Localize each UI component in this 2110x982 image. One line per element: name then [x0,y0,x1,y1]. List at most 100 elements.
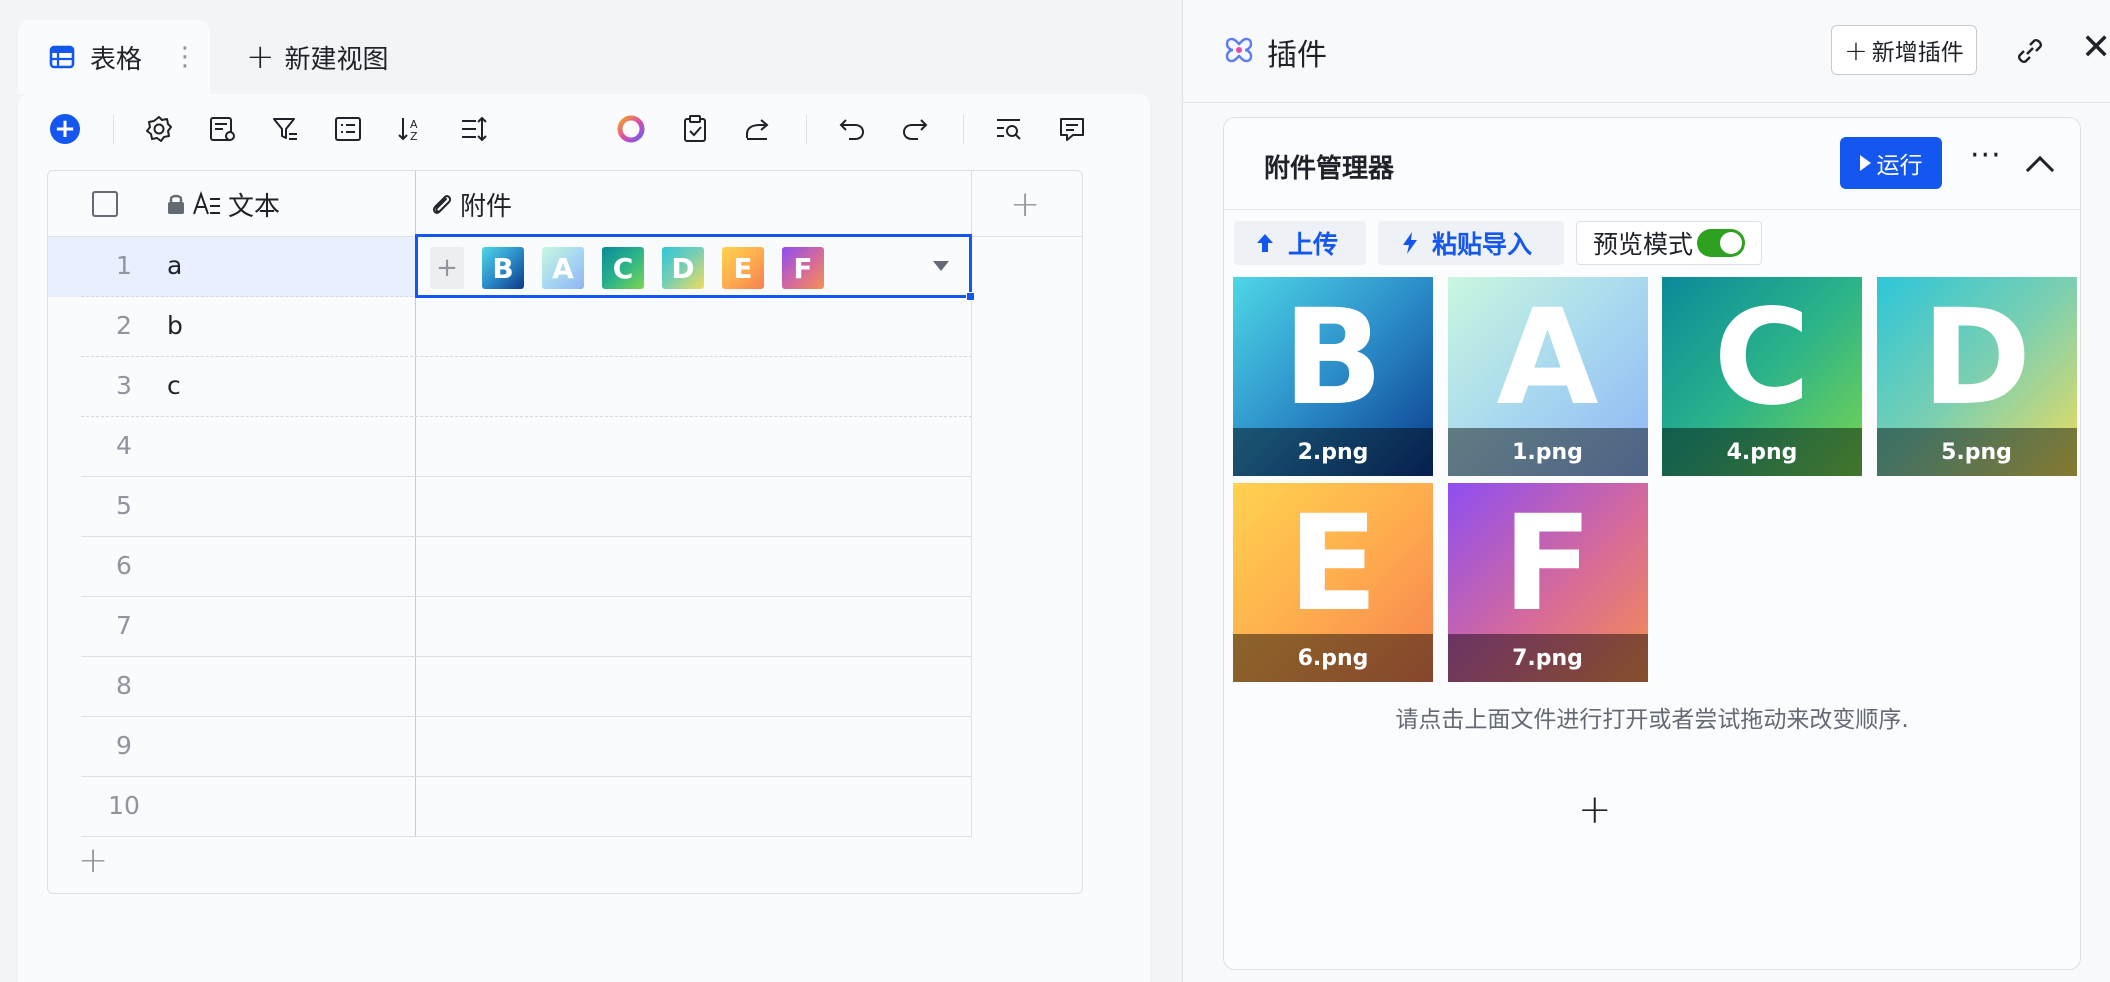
attachment-cell-active[interactable]: + B A C D E F [415,234,975,301]
row-text-cell[interactable]: b [167,311,183,340]
ai-button[interactable] [615,112,647,146]
table-row[interactable]: 9 [48,717,972,777]
tab-label: 表格 [90,44,143,75]
row-number: 3 [116,371,132,400]
upload-button[interactable]: 上传 [1234,221,1366,265]
play-icon [1859,155,1871,171]
collapse-chevron-icon[interactable] [2025,155,2055,185]
attachment-thumb-c[interactable]: C [602,247,644,289]
row-height-button[interactable] [459,112,489,146]
toolbar-divider [806,114,808,144]
settings-button[interactable] [144,112,174,146]
table-row[interactable]: 4 [48,417,972,477]
table-row[interactable]: 2b [48,297,972,357]
dropdown-caret-icon[interactable] [933,261,949,271]
add-plugin-label: 新增插件 [1871,40,1964,66]
data-grid: 文本 附件 + 1 a 2 b 3 c 4 5 6 7 8 9 10 + B A C D E F + [47,170,1083,894]
row-number: 5 [116,491,132,520]
run-button[interactable]: 运行 [1840,137,1942,189]
attachment-thumb-e[interactable]: E [722,247,764,289]
plugin-panel: 插件 + 新增插件 ✕ 附件管理器 运行 ··· 上传 粘贴导入 预览模式 B … [1182,0,2110,982]
new-view-label: 新建视图 [284,44,389,75]
table-row[interactable]: 8 [48,657,972,717]
attachment-thumb-a[interactable]: A [542,247,584,289]
tab-table[interactable]: 表格 ⋮ [18,20,210,94]
table-row[interactable]: 3c [48,357,972,417]
file-name: 6.png [1233,634,1433,682]
select-all-checkbox[interactable] [92,171,118,237]
attachment-add-button[interactable]: + [430,247,464,289]
search-icon [997,119,1021,140]
undo-button[interactable] [837,112,867,146]
lightning-icon [1403,232,1417,254]
column-attachment-label: 附件 [460,191,513,222]
attachment-thumb-b[interactable]: B [482,247,524,289]
tab-more-icon[interactable]: ⋮ [172,42,198,72]
add-column-button[interactable]: + [1010,171,1040,237]
card-title: 附件管理器 [1264,154,1395,184]
new-view-button[interactable]: + 新建视图 [246,39,389,76]
text-field-icon [193,191,220,215]
field-settings-icon [209,117,235,141]
sort-button[interactable]: AZ [396,112,426,146]
file-letter: D [1921,281,2032,435]
comment-button[interactable] [1057,112,1087,146]
add-row-button[interactable]: + [78,843,108,879]
toggle-switch[interactable] [1697,229,1746,257]
table-row[interactable]: 6 [48,537,972,597]
redo-button[interactable] [900,112,930,146]
file-name: 4.png [1662,428,1862,476]
paste-import-label: 粘贴导入 [1432,230,1533,259]
file-thumbnail[interactable]: D 5.png [1876,277,2077,476]
preview-mode-toggle[interactable]: 预览模式 [1576,221,1762,265]
table-row[interactable]: 10 [48,777,972,837]
file-name: 7.png [1447,634,1648,682]
clipboard-button[interactable] [680,112,710,146]
plus-icon: + [1844,33,1868,67]
attachment-manager-card: 附件管理器 运行 ··· 上传 粘贴导入 预览模式 B 2.png A 1.png C 4… [1223,117,2081,970]
table-row[interactable]: 7 [48,597,972,657]
file-thumbnail[interactable]: C 4.png [1662,277,1862,476]
fill-handle[interactable] [966,292,975,301]
file-thumbnail[interactable]: E 6.png [1233,483,1433,682]
row-height-icon [461,116,487,142]
file-thumbnail[interactable]: A 1.png [1447,277,1648,476]
group-button[interactable] [333,112,363,146]
add-plugin-button[interactable]: + 新增插件 [1831,25,1977,75]
table-row[interactable]: 5 [48,477,972,537]
share-button[interactable] [743,112,773,146]
attachment-thumb-f[interactable]: F [782,247,824,289]
search-button[interactable] [994,112,1024,146]
view-tabbar: 表格 ⋮ + 新建视图 [18,20,389,94]
row-text-cell[interactable]: a [167,251,182,280]
share-icon [746,119,770,140]
row-number: 7 [116,611,132,640]
redo-icon [903,119,928,140]
file-name: 2.png [1233,428,1433,476]
column-header-text[interactable]: 文本 [166,171,280,237]
plugin-panel-title: 插件 [1267,38,1327,73]
attachment-thumb-d[interactable]: D [662,247,704,289]
toolbar-divider [963,114,964,144]
paste-import-button[interactable]: 粘贴导入 [1378,221,1564,265]
file-thumbnail[interactable]: B 2.png [1233,277,1433,476]
upload-label: 上传 [1288,230,1339,259]
row-text-cell[interactable]: c [167,371,181,400]
add-circle-icon: + [50,114,80,144]
row-number: 8 [116,671,132,700]
link-icon[interactable] [2013,34,2047,68]
add-file-button[interactable]: + [1578,790,1612,830]
column-header-attachment[interactable]: 附件 [426,171,512,237]
file-letter: F [1502,487,1593,641]
ai-ring-icon [617,115,645,143]
file-thumbnail[interactable]: F 7.png [1447,483,1648,682]
add-record-button[interactable]: + [50,112,80,146]
close-panel-button[interactable]: ✕ [2081,30,2110,66]
grid-header: 文本 附件 + [48,171,1082,237]
list-icon [334,117,361,141]
filter-button[interactable] [270,112,300,146]
field-config-button[interactable] [207,112,237,146]
more-options-icon[interactable]: ··· [1970,138,2002,173]
lock-icon [168,194,184,214]
file-letter: B [1282,281,1384,435]
